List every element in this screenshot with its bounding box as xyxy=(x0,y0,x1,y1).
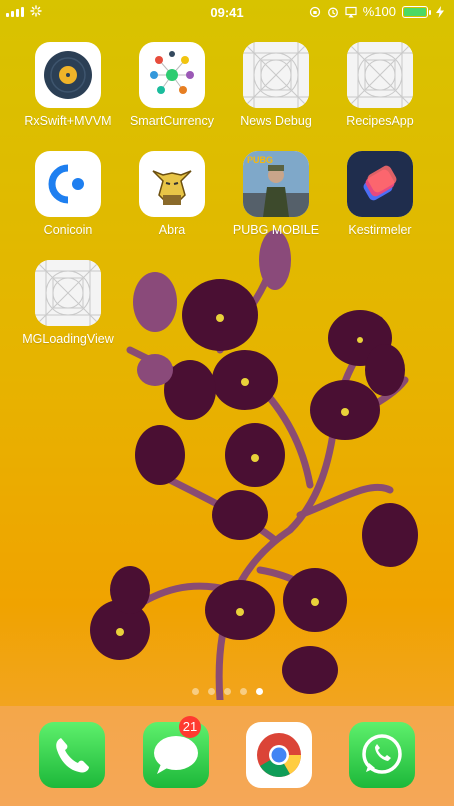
app-kestirmeler[interactable]: Kestirmeler xyxy=(330,151,430,237)
dock-app-messages[interactable]: 21 xyxy=(126,716,226,788)
app-label: PUBG MOBILE xyxy=(232,223,320,237)
app-mgloadingview[interactable]: MGLoadingView xyxy=(18,260,118,346)
app-label: Kestirmeler xyxy=(348,223,412,237)
app-label: News Debug xyxy=(240,114,312,128)
airplay-icon xyxy=(345,6,357,17)
battery-icon xyxy=(402,5,431,18)
app-rxswift-mvvm[interactable]: RxSwift+MVVM xyxy=(18,42,118,128)
page-dot xyxy=(207,688,215,695)
app-label: RxSwift+MVVM xyxy=(24,114,112,128)
page-dot xyxy=(223,688,231,695)
dock-app-chrome[interactable] xyxy=(229,722,329,788)
app-pubg-mobile[interactable]: PUBG PUBG MOBILE xyxy=(226,151,326,237)
app-news-debug[interactable]: News Debug xyxy=(226,42,326,128)
whatsapp-icon xyxy=(349,722,415,788)
currency-network-icon xyxy=(139,42,205,108)
app-abra[interactable]: Abra xyxy=(122,151,222,237)
app-label: Conicoin xyxy=(43,223,93,237)
page-dot xyxy=(239,688,247,695)
page-indicator[interactable] xyxy=(0,688,454,695)
placeholder-grid-icon xyxy=(243,42,309,108)
svg-text:PUBG: PUBG xyxy=(247,155,273,165)
dock: 21 xyxy=(0,706,454,806)
app-recipesapp[interactable]: RecipesApp xyxy=(330,42,430,128)
alarm-clock-icon xyxy=(327,7,338,17)
abra-pokemon-icon xyxy=(139,151,205,217)
page-dot xyxy=(191,688,199,695)
charging-bolt-icon xyxy=(436,5,444,18)
app-label: RecipesApp xyxy=(346,114,414,128)
app-smartcurrency[interactable]: SmartCurrency xyxy=(122,42,222,128)
app-conicoin[interactable]: Conicoin xyxy=(18,151,118,237)
app-label: SmartCurrency xyxy=(129,114,215,128)
chrome-icon xyxy=(246,722,312,788)
battery-percent: %100 xyxy=(362,4,396,19)
unread-badge: 21 xyxy=(179,716,201,738)
orientation-lock-icon xyxy=(309,6,320,17)
placeholder-grid-icon xyxy=(347,42,413,108)
pubg-soldier-icon: PUBG xyxy=(243,151,309,217)
placeholder-grid-icon xyxy=(35,260,101,326)
app-label: MGLoadingView xyxy=(22,332,114,346)
dock-app-phone[interactable] xyxy=(22,722,122,788)
status-bar: 09:41 %100 xyxy=(0,0,454,24)
phone-icon xyxy=(39,722,105,788)
dock-app-whatsapp[interactable] xyxy=(332,722,432,788)
app-label: Abra xyxy=(158,223,186,237)
shortcuts-icon xyxy=(347,151,413,217)
page-dot-active xyxy=(255,688,263,695)
conicoin-logo-icon xyxy=(35,151,101,217)
vinyl-record-icon xyxy=(35,42,101,108)
